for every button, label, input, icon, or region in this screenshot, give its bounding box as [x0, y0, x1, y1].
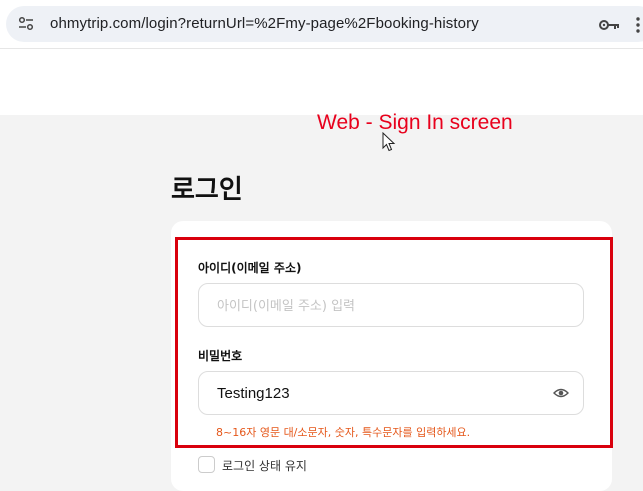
- key-icon[interactable]: [599, 18, 621, 32]
- mouse-cursor-icon: [382, 132, 396, 152]
- address-bar[interactable]: ohmytrip.com/login?returnUrl=%2Fmy-page%…: [6, 6, 643, 42]
- site-header: [0, 49, 643, 115]
- site-info-icon[interactable]: [18, 16, 34, 32]
- annotation-label: Web - Sign In screen: [317, 111, 513, 134]
- annotation-highlight-box: [175, 237, 613, 448]
- overflow-menu-icon[interactable]: [633, 16, 643, 34]
- browser-toolbar: ohmytrip.com/login?returnUrl=%2Fmy-page%…: [0, 0, 643, 49]
- remember-me-checkbox[interactable]: [198, 456, 215, 473]
- url-text[interactable]: ohmytrip.com/login?returnUrl=%2Fmy-page%…: [50, 15, 479, 32]
- remember-me-label[interactable]: 로그인 상태 유지: [222, 457, 307, 474]
- page-title: 로그인: [171, 175, 243, 205]
